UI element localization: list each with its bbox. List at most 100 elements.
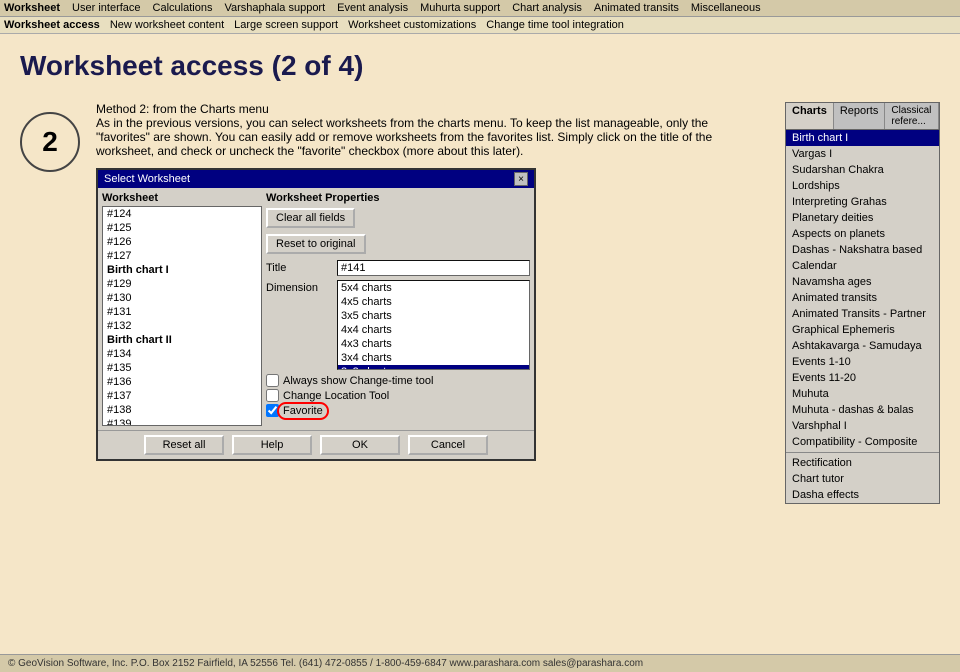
list-item[interactable]: #124 bbox=[103, 207, 261, 221]
worksheet-list-panel: Worksheet #124 #125 #126 #127 Birth char… bbox=[102, 192, 262, 426]
list-item[interactable]: #129 bbox=[103, 277, 261, 291]
list-item[interactable]: #131 bbox=[103, 305, 261, 319]
step-number: 2 bbox=[20, 112, 80, 172]
title-input[interactable] bbox=[337, 260, 530, 276]
chart-vargas[interactable]: Vargas I bbox=[786, 146, 939, 162]
chart-muhuta-dashas[interactable]: Muhuta - dashas & balas bbox=[786, 402, 939, 418]
main-content: 2 Method 2: from the Charts menu As in t… bbox=[0, 92, 960, 514]
chart-dashas[interactable]: Dashas - Nakshatra based bbox=[786, 242, 939, 258]
nav-new-content[interactable]: New worksheet content bbox=[110, 19, 224, 31]
left-section: 2 Method 2: from the Charts menu As in t… bbox=[20, 102, 765, 504]
chart-graphical[interactable]: Graphical Ephemeris bbox=[786, 322, 939, 338]
dimension-label: Dimension bbox=[266, 280, 331, 294]
menu-item-transits[interactable]: Animated transits bbox=[594, 2, 679, 14]
page-title: Worksheet access (2 of 4) bbox=[0, 34, 960, 92]
chart-lordships[interactable]: Lordships bbox=[786, 178, 939, 194]
second-navbar: Worksheet access New worksheet content L… bbox=[0, 17, 960, 34]
dim-item[interactable]: 4x5 charts bbox=[338, 295, 529, 309]
chart-compatibility[interactable]: Compatibility - Composite bbox=[786, 434, 939, 450]
dim-item[interactable]: 3x4 charts bbox=[338, 351, 529, 365]
list-item[interactable]: #132 bbox=[103, 319, 261, 333]
list-item[interactable]: #139 bbox=[103, 417, 261, 426]
nav-worksheet-access[interactable]: Worksheet access bbox=[4, 19, 100, 31]
tab-classical[interactable]: Classical refere... bbox=[885, 103, 939, 129]
nav-time-tool[interactable]: Change time tool integration bbox=[486, 19, 624, 31]
dialog-titlebar: Select Worksheet × bbox=[98, 170, 534, 188]
prop-buttons: Clear all fields bbox=[266, 208, 530, 228]
title-row: Title bbox=[266, 260, 530, 276]
chart-events-2[interactable]: Events 11-20 bbox=[786, 370, 939, 386]
worksheet-props-panel: Worksheet Properties Clear all fields Re… bbox=[266, 192, 530, 426]
chart-aspects[interactable]: Aspects on planets bbox=[786, 226, 939, 242]
dim-item[interactable]: 4x4 charts bbox=[338, 323, 529, 337]
chart-birth-1[interactable]: Birth chart I bbox=[786, 130, 939, 146]
menu-item-events[interactable]: Event analysis bbox=[337, 2, 408, 14]
worksheet-dialog: Select Worksheet × Worksheet #124 #125 #… bbox=[96, 168, 536, 461]
favorite-label: Favorite bbox=[283, 405, 323, 417]
nav-customizations[interactable]: Worksheet customizations bbox=[348, 19, 476, 31]
menu-item-ui[interactable]: User interface bbox=[72, 2, 140, 14]
chart-sudarshan[interactable]: Sudarshan Chakra bbox=[786, 162, 939, 178]
prop-buttons-2: Reset to original bbox=[266, 234, 530, 254]
chart-rectification[interactable]: Rectification bbox=[786, 455, 939, 471]
top-menubar: Worksheet User interface Calculations Va… bbox=[0, 0, 960, 17]
help-button[interactable]: Help bbox=[232, 435, 312, 455]
dim-item[interactable]: 4x3 charts bbox=[338, 337, 529, 351]
menu-item-misc[interactable]: Miscellaneous bbox=[691, 2, 761, 14]
charts-tabs: Charts Reports Classical refere... bbox=[786, 103, 939, 130]
list-item[interactable]: #135 bbox=[103, 361, 261, 375]
tab-charts[interactable]: Charts bbox=[786, 103, 834, 129]
chart-ashtakavarga[interactable]: Ashtakavarga - Samudaya bbox=[786, 338, 939, 354]
cancel-button[interactable]: Cancel bbox=[408, 435, 488, 455]
reset-original-button[interactable]: Reset to original bbox=[266, 234, 366, 254]
list-item[interactable]: #134 bbox=[103, 347, 261, 361]
chart-animated-partner[interactable]: Animated Transits - Partner bbox=[786, 306, 939, 322]
worksheet-listbox[interactable]: #124 #125 #126 #127 Birth chart I #129 #… bbox=[102, 206, 262, 426]
always-show-checkbox[interactable] bbox=[266, 374, 279, 387]
list-item[interactable]: #126 bbox=[103, 235, 261, 249]
chart-varshphal[interactable]: Varshphal I bbox=[786, 418, 939, 434]
list-item[interactable]: #138 bbox=[103, 403, 261, 417]
dim-item[interactable]: 5x4 charts bbox=[338, 281, 529, 295]
menu-item-chart[interactable]: Chart analysis bbox=[512, 2, 582, 14]
dim-item[interactable]: 3x5 charts bbox=[338, 309, 529, 323]
ok-button[interactable]: OK bbox=[320, 435, 400, 455]
chart-muhuta[interactable]: Muhuta bbox=[786, 386, 939, 402]
chart-planetary[interactable]: Planetary deities bbox=[786, 210, 939, 226]
chart-interpreting[interactable]: Interpreting Grahas bbox=[786, 194, 939, 210]
reset-all-button[interactable]: Reset all bbox=[144, 435, 224, 455]
clear-all-button[interactable]: Clear all fields bbox=[266, 208, 355, 228]
always-show-row: Always show Change-time tool bbox=[266, 374, 530, 387]
title-label: Title bbox=[266, 260, 331, 274]
charts-separator bbox=[786, 452, 939, 453]
menu-item-muhurta[interactable]: Muhurta support bbox=[420, 2, 500, 14]
dimension-row: Dimension 5x4 charts 4x5 charts 3x5 char… bbox=[266, 280, 530, 370]
chart-events-1[interactable]: Events 1-10 bbox=[786, 354, 939, 370]
chart-navamsha[interactable]: Navamsha ages bbox=[786, 274, 939, 290]
list-item[interactable]: #137 bbox=[103, 389, 261, 403]
chart-animated[interactable]: Animated transits bbox=[786, 290, 939, 306]
change-location-checkbox[interactable] bbox=[266, 389, 279, 402]
chart-tutor[interactable]: Chart tutor bbox=[786, 471, 939, 487]
menu-item-calculations[interactable]: Calculations bbox=[153, 2, 213, 14]
list-item[interactable]: #136 bbox=[103, 375, 261, 389]
dialog-close-button[interactable]: × bbox=[514, 172, 528, 186]
chart-dasha-effects[interactable]: Dasha effects bbox=[786, 487, 939, 503]
tab-reports[interactable]: Reports bbox=[834, 103, 886, 129]
list-item-birth-chart-2[interactable]: Birth chart II bbox=[103, 333, 261, 347]
method-title: Method 2: from the Charts menu bbox=[96, 102, 765, 116]
list-item[interactable]: #125 bbox=[103, 221, 261, 235]
list-item[interactable]: #130 bbox=[103, 291, 261, 305]
dim-item-3x3[interactable]: 3x3 charts bbox=[338, 365, 529, 370]
footer: © GeoVision Software, Inc. P.O. Box 2152… bbox=[0, 654, 960, 672]
description-block: Method 2: from the Charts menu As in the… bbox=[96, 102, 765, 504]
list-item-birth-chart-1[interactable]: Birth chart I bbox=[103, 263, 261, 277]
change-location-label: Change Location Tool bbox=[283, 390, 389, 402]
chart-calendar[interactable]: Calendar bbox=[786, 258, 939, 274]
dialog-footer: Reset all Help OK Cancel bbox=[98, 430, 534, 459]
menu-item-worksheet[interactable]: Worksheet bbox=[4, 2, 60, 14]
list-item[interactable]: #127 bbox=[103, 249, 261, 263]
menu-item-varshaphala[interactable]: Varshaphala support bbox=[224, 2, 325, 14]
dimension-list[interactable]: 5x4 charts 4x5 charts 3x5 charts 4x4 cha… bbox=[337, 280, 530, 370]
nav-large-screen[interactable]: Large screen support bbox=[234, 19, 338, 31]
